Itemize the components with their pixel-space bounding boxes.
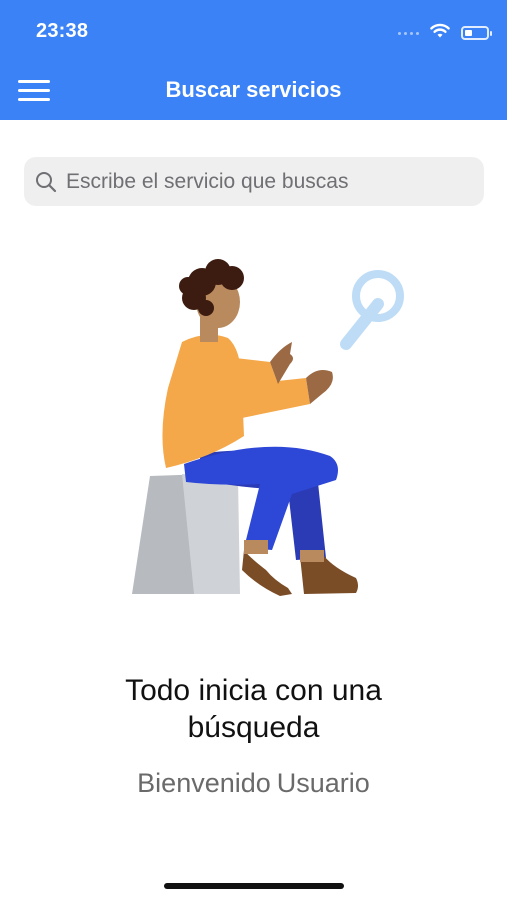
status-time: 23:38	[36, 20, 89, 42]
search-icon	[34, 170, 58, 194]
status-icons	[398, 22, 492, 44]
cellular-signal-icon	[398, 31, 419, 35]
headline-line-1: Todo inicia con una	[125, 674, 382, 707]
person-seated-with-magnifier-illustration	[120, 258, 420, 603]
battery-icon	[461, 26, 492, 40]
home-indicator[interactable]	[164, 883, 344, 889]
page-title: Buscar servicios	[165, 77, 342, 102]
search-input[interactable]	[64, 160, 468, 203]
app-header: 23:38 Buscar servicios	[0, 0, 507, 120]
user-name: Usuario	[276, 768, 370, 798]
headline-line-2: búsqueda	[187, 711, 320, 744]
search-bar[interactable]	[24, 157, 484, 206]
app-screen: 23:38 Buscar servicios Escribe el servic…	[0, 0, 507, 900]
welcome-word: Bienvenido	[137, 768, 271, 798]
empty-state-headline: Todo inicia con una búsqueda	[0, 672, 507, 746]
wifi-icon	[429, 23, 451, 44]
welcome-message: Bienvenido Usuario	[0, 768, 507, 799]
